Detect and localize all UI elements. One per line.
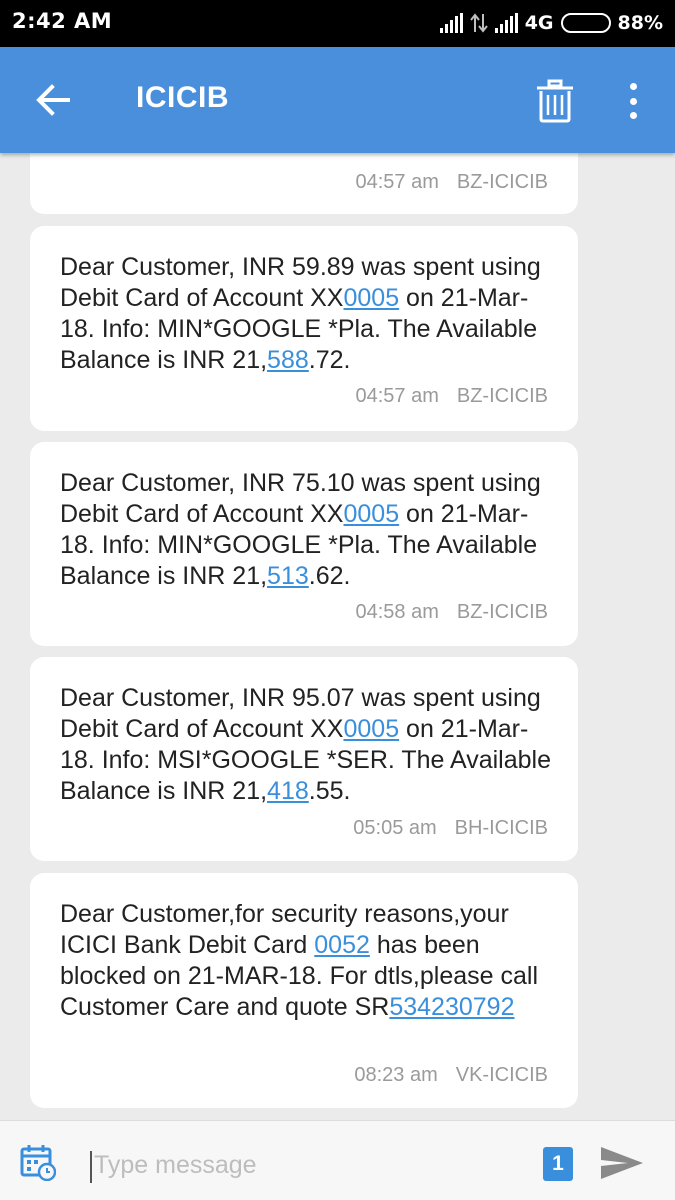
sim-selector[interactable]: 1 — [543, 1147, 573, 1181]
signal-icon — [439, 13, 463, 33]
message-text-segment: .72. — [308, 346, 351, 374]
message-bubble-3[interactable]: Dear Customer, INR 95.07 was spent using… — [30, 657, 578, 861]
message-meta: 08:23 am VK-ICICIB — [354, 1064, 548, 1087]
more-vert-icon[interactable] — [622, 79, 644, 123]
conversation-title: ICICIB — [136, 81, 229, 114]
message-link[interactable]: 0005 — [343, 715, 399, 743]
status-indicators: 4G 88% — [439, 9, 663, 37]
status-bar: 2:42 AM 4G 88% — [0, 0, 675, 47]
message-meta: 04:58 am BZ-ICICIB — [355, 601, 548, 624]
message-bubble-4[interactable]: Dear Customer,for security reasons,your … — [30, 873, 578, 1108]
text-cursor — [90, 1151, 92, 1183]
network-type: 4G — [524, 12, 554, 34]
message-sender: BZ-ICICIB — [456, 601, 548, 623]
back-arrow-icon[interactable] — [30, 77, 76, 123]
message-time: 04:58 am — [355, 601, 439, 623]
message-sender: BH-ICICIB — [454, 817, 548, 839]
send-icon[interactable] — [598, 1143, 646, 1183]
message-time: 05:05 am — [353, 817, 437, 839]
message-link[interactable]: 0005 — [343, 284, 399, 312]
message-text-segment: .62. — [308, 562, 351, 590]
message-meta: 04:57 am BZ-ICICIB — [355, 171, 548, 194]
message-sender: BZ-ICICIB — [456, 385, 548, 407]
message-meta: 05:05 am BH-ICICIB — [353, 817, 548, 840]
message-bubble-1[interactable]: Dear Customer, INR 59.89 was spent using… — [30, 226, 578, 431]
message-link[interactable]: 0005 — [343, 500, 399, 528]
message-link[interactable]: 0052 — [314, 931, 370, 959]
message-link[interactable]: 513 — [267, 562, 309, 590]
message-time: 08:23 am — [354, 1064, 438, 1086]
message-composer: 1 — [0, 1120, 675, 1200]
signal-icon-2 — [494, 13, 518, 33]
message-link[interactable]: 588 — [267, 346, 309, 374]
message-text: Dear Customer,for security reasons,your … — [60, 899, 560, 1023]
message-input[interactable] — [94, 1147, 514, 1183]
message-bubble-0[interactable]: Available Balance is INR 21,648.67. 04:5… — [30, 153, 578, 214]
message-meta: 04:57 am BZ-ICICIB — [355, 385, 548, 408]
message-link[interactable]: 418 — [267, 777, 309, 805]
status-time: 2:42 AM — [12, 9, 113, 33]
message-link[interactable]: 534230792 — [389, 993, 514, 1021]
message-bubble-2[interactable]: Dear Customer, INR 75.10 was spent using… — [30, 442, 578, 646]
message-time: 04:57 am — [355, 385, 439, 407]
battery-icon — [560, 13, 611, 33]
message-sender: BZ-ICICIB — [456, 171, 548, 193]
message-thread[interactable]: Available Balance is INR 21,648.67. 04:5… — [0, 153, 675, 1120]
schedule-calendar-icon[interactable] — [20, 1143, 56, 1181]
message-text: Dear Customer, INR 95.07 was spent using… — [60, 683, 560, 807]
message-text-segment: .55. — [308, 777, 351, 805]
app-bar: ICICIB — [0, 47, 675, 153]
data-transfer-icon — [469, 13, 488, 33]
message-text: Dear Customer, INR 59.89 was spent using… — [60, 252, 560, 376]
message-sender: VK-ICICIB — [455, 1064, 548, 1086]
message-text: Dear Customer, INR 75.10 was spent using… — [60, 468, 560, 592]
trash-icon[interactable] — [535, 79, 575, 123]
battery-percent: 88% — [617, 12, 663, 34]
message-time: 04:57 am — [355, 171, 439, 193]
